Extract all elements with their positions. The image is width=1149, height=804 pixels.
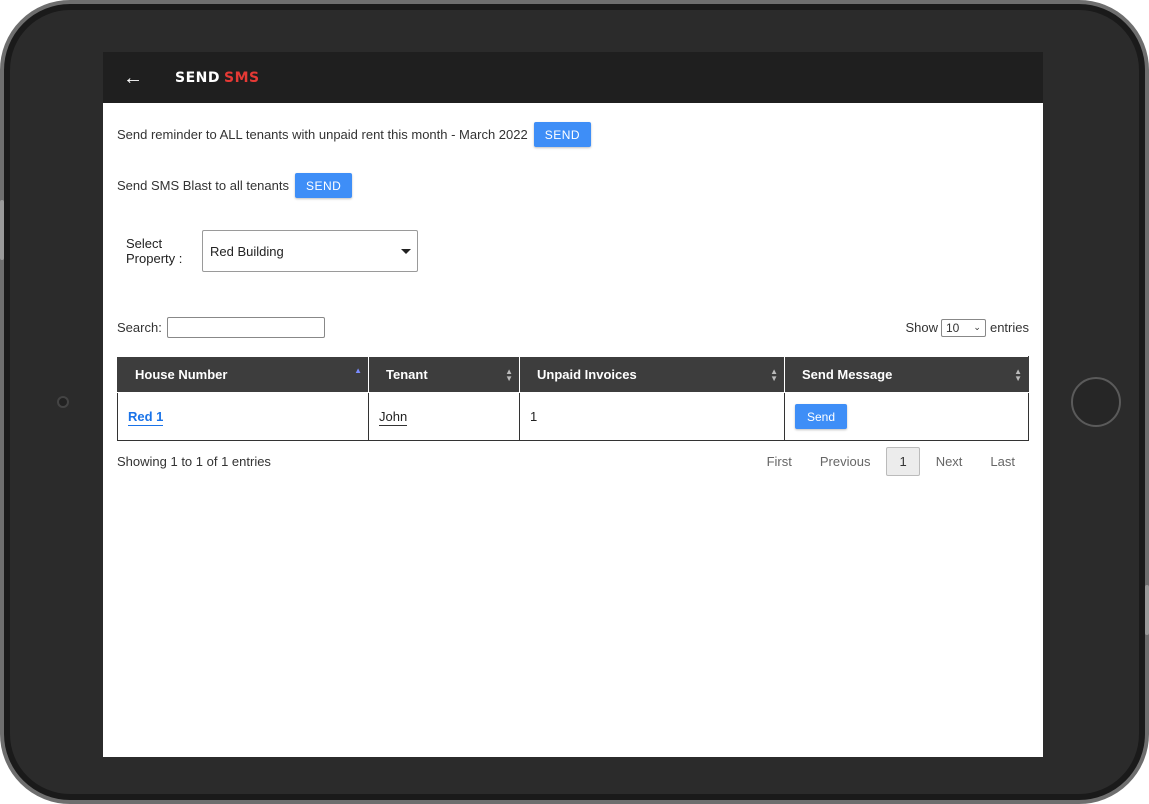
house-number-link[interactable]: Red 1 bbox=[128, 409, 164, 426]
cell-tenant: John bbox=[368, 392, 520, 441]
pagination-first[interactable]: First bbox=[753, 454, 806, 469]
column-header-tenant[interactable]: Tenant ▲ ▼ bbox=[368, 356, 520, 393]
table-header-row: House Number ▲ Tenant ▲ ▼ Unpaid Invoices… bbox=[117, 356, 1029, 393]
table-footer: Showing 1 to 1 of 1 entries First Previo… bbox=[117, 447, 1029, 476]
pagination: First Previous 1 Next Last bbox=[753, 447, 1029, 476]
entries-select[interactable]: 10 ⌄ bbox=[940, 318, 986, 337]
search-input[interactable] bbox=[166, 317, 325, 338]
sort-icon: ▲ ▼ bbox=[1014, 366, 1022, 383]
property-select-row: Select Property : Red Building bbox=[126, 230, 1029, 272]
pagination-page-current[interactable]: 1 bbox=[886, 447, 920, 476]
page-title: SEND SMS bbox=[175, 70, 260, 86]
page-title-part2: SMS bbox=[223, 69, 260, 86]
column-header-label: Tenant bbox=[386, 367, 428, 382]
send-message-button[interactable]: Send bbox=[795, 404, 848, 429]
property-select[interactable]: Red Building bbox=[202, 230, 418, 272]
table-row: Red 1 John 1 Send bbox=[117, 392, 1029, 441]
entries-control: Show 10 ⌄ entries bbox=[905, 318, 1029, 337]
property-select-value: Red Building bbox=[210, 243, 284, 259]
tablet-side-button bbox=[0, 200, 4, 260]
cell-unpaid-invoices: 1 bbox=[519, 392, 785, 441]
table-info: Showing 1 to 1 of 1 entries bbox=[117, 454, 271, 469]
camera-icon bbox=[57, 396, 69, 408]
app-screen: ← SEND SMS Send reminder to ALL tenants w… bbox=[103, 52, 1043, 757]
entries-select-value: 10 bbox=[945, 320, 960, 335]
reminder-text: Send reminder to ALL tenants with unpaid… bbox=[117, 127, 528, 142]
home-button[interactable] bbox=[1071, 377, 1121, 427]
pagination-next[interactable]: Next bbox=[922, 454, 977, 469]
column-header-unpaid-invoices[interactable]: Unpaid Invoices ▲ ▼ bbox=[519, 356, 785, 393]
property-select-label: Select Property : bbox=[126, 236, 183, 266]
column-header-label: Send Message bbox=[802, 367, 893, 382]
pagination-previous[interactable]: Previous bbox=[806, 454, 885, 469]
show-label: Show bbox=[905, 320, 938, 335]
caret-down-icon bbox=[401, 248, 411, 254]
tablet-side-button bbox=[1145, 585, 1149, 635]
cell-send-message: Send bbox=[784, 392, 1029, 441]
send-reminder-button[interactable]: SEND bbox=[533, 122, 592, 147]
send-blast-button[interactable]: SEND bbox=[294, 173, 353, 198]
entries-label: entries bbox=[989, 320, 1029, 335]
sort-icon: ▲ ▼ bbox=[505, 366, 513, 383]
column-header-label: House Number bbox=[135, 367, 228, 382]
column-header-label: Unpaid Invoices bbox=[537, 367, 637, 382]
reminder-row: Send reminder to ALL tenants with unpaid… bbox=[117, 122, 1029, 147]
blast-row: Send SMS Blast to all tenants SEND bbox=[117, 173, 1029, 198]
tenant-link[interactable]: John bbox=[379, 409, 408, 426]
blast-text: Send SMS Blast to all tenants bbox=[117, 178, 289, 193]
pagination-last[interactable]: Last bbox=[976, 454, 1029, 469]
table-controls: Search: Show 10 ⌄ entries bbox=[117, 317, 1029, 338]
tenants-table: House Number ▲ Tenant ▲ ▼ Unpaid Invoices… bbox=[117, 356, 1029, 441]
search-label: Search: bbox=[117, 320, 162, 335]
sort-asc-icon: ▲ bbox=[354, 366, 362, 375]
search-wrap: Search: bbox=[117, 317, 325, 338]
main-content: Send reminder to ALL tenants with unpaid… bbox=[103, 122, 1043, 476]
arrow-left-icon[interactable]: ← bbox=[123, 68, 153, 88]
chevron-down-icon: ⌄ bbox=[973, 322, 981, 332]
sort-icon: ▲ ▼ bbox=[770, 366, 778, 383]
cell-house-number: Red 1 bbox=[117, 392, 369, 441]
top-bar: ← SEND SMS bbox=[103, 52, 1043, 103]
page-title-part1: SEND bbox=[175, 69, 220, 86]
column-header-house-number[interactable]: House Number ▲ bbox=[117, 356, 369, 393]
column-header-send-message[interactable]: Send Message ▲ ▼ bbox=[784, 356, 1029, 393]
